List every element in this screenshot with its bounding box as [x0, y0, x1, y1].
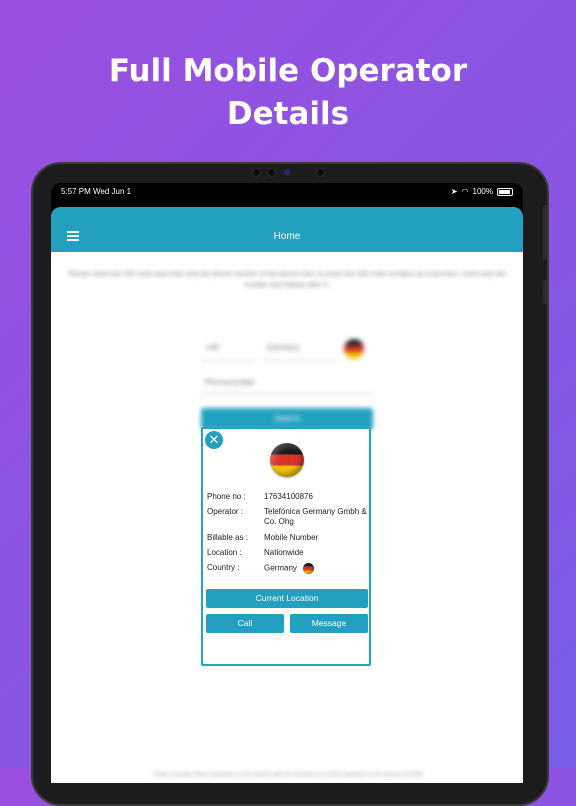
info-value: Nationwide	[264, 548, 304, 557]
info-label: Country :	[207, 563, 240, 572]
country-selector-row: +49 Germany	[201, 337, 373, 363]
battery-percent: 100%	[472, 187, 493, 196]
operator-result-card: ✕ Phone no : 17634100876 Operator : Tele…	[201, 427, 371, 666]
info-value-wrapper: Germany	[264, 563, 374, 574]
info-label: Phone no :	[207, 492, 246, 501]
camera-dot	[252, 168, 261, 177]
wifi-icon: ◠	[461, 187, 469, 196]
current-location-button[interactable]: Current Location	[206, 589, 368, 608]
status-bar: 5:57 PM Wed Jun 1 ➤ ◠ 100%	[51, 183, 523, 205]
info-row-billable: Billable as : Mobile Number	[207, 533, 371, 545]
footer-note: * Note: Actually these operators is the …	[151, 772, 423, 778]
phone-number-input[interactable]: Phonenumber	[201, 372, 373, 394]
info-value: Mobile Number	[264, 533, 319, 542]
status-indicators: ➤ ◠ 100%	[451, 187, 513, 196]
close-icon[interactable]: ✕	[205, 431, 223, 449]
headline-line-1: Full Mobile Operator	[108, 53, 468, 89]
navigation-bar: Home	[51, 207, 523, 252]
status-time: 5:57 PM Wed Jun 1	[61, 187, 132, 196]
tablet-side-button	[543, 280, 547, 304]
info-value: Germany	[264, 563, 297, 573]
location-arrow-icon: ➤	[450, 187, 458, 196]
tablet-screen: 5:57 PM Wed Jun 1 ➤ ◠ 100% Home Please s…	[51, 183, 523, 783]
camera-dot	[316, 168, 325, 177]
headline-line-2: Details	[226, 96, 350, 132]
info-row-country: Country : Germany	[207, 563, 371, 577]
germany-flag-icon	[270, 443, 304, 477]
battery-icon	[497, 187, 513, 196]
info-value: Telefónica Germany Gmbh & Co. Ohg	[264, 507, 367, 526]
promo-headline: Full Mobile Operator Details	[0, 50, 576, 136]
instruction-text: Please select the ISD code and enter onl…	[68, 271, 506, 289]
tablet-volume-button	[543, 205, 547, 260]
camera-dot	[267, 168, 276, 177]
info-row-location: Location : Nationwide	[207, 548, 371, 560]
germany-flag-icon	[302, 563, 314, 574]
info-label: Billable as :	[207, 533, 248, 542]
call-button[interactable]: Call	[206, 614, 284, 633]
message-button[interactable]: Message	[290, 614, 368, 633]
info-row-phone: Phone no : 17634100876	[207, 492, 371, 504]
isd-code-field[interactable]: +49	[201, 337, 256, 361]
info-label: Operator :	[207, 507, 244, 516]
page-title: Home	[273, 231, 301, 242]
country-field[interactable]: Germany	[263, 337, 338, 361]
info-row-operator: Operator : Telefónica Germany Gmbh & Co.…	[207, 507, 371, 529]
info-value: 17634100876	[264, 492, 313, 501]
camera-lens	[284, 169, 291, 176]
germany-flag-icon	[344, 339, 364, 359]
info-label: Location :	[207, 548, 242, 557]
app-window: Home Please select the ISD code and ente…	[51, 207, 523, 783]
